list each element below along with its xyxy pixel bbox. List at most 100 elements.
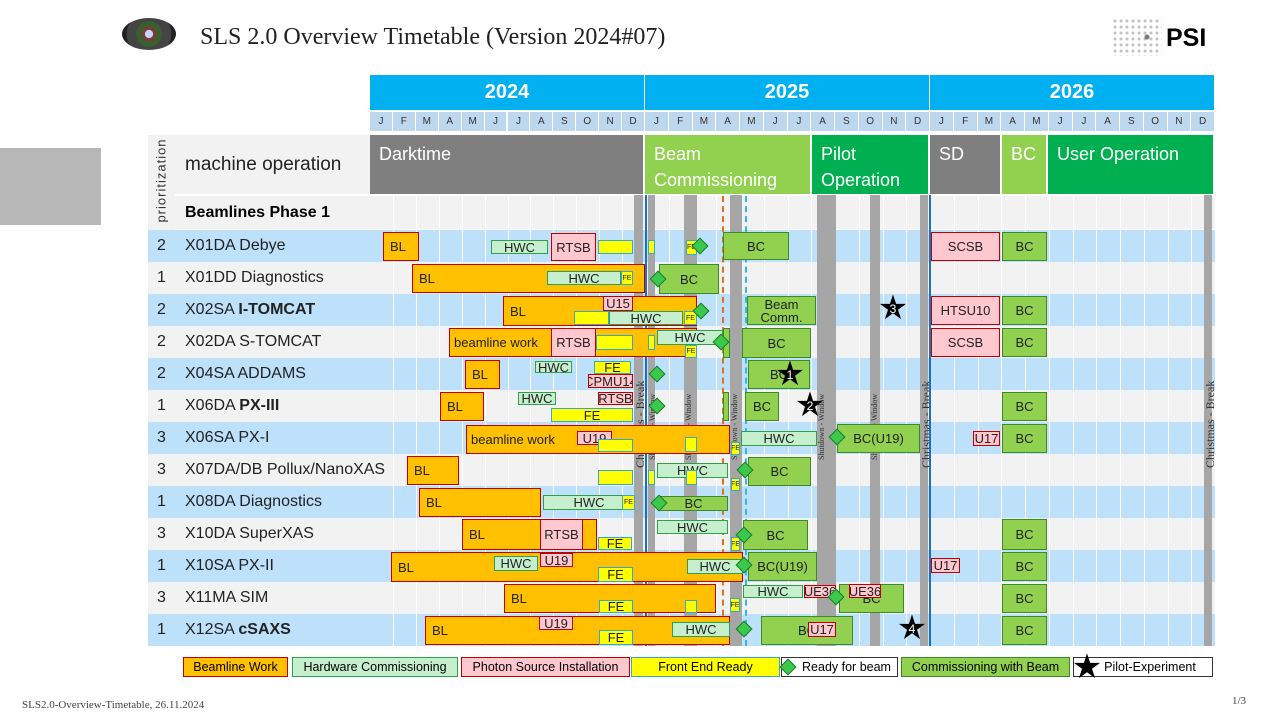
beamline-name: X02DA S-TOMCAT: [185, 326, 321, 358]
front-end-ready-bar: [648, 470, 655, 485]
month-label: J: [645, 112, 669, 131]
commissioning-with-beam-bar: BC: [1002, 328, 1047, 357]
beamline-name: X11MA SIM: [185, 582, 268, 614]
legend-label: Pilot-Experiment: [1104, 660, 1196, 674]
commissioning-with-beam-bar: BC: [659, 496, 728, 511]
photon-source-installation-bar: U19: [539, 616, 573, 630]
photon-source-installation-bar: U19: [540, 553, 573, 567]
commissioning-with-beam-bar: BC: [1002, 424, 1047, 453]
footer-document: SLS2.0-Overview-Timetable, 26.11.2024: [22, 699, 205, 711]
beamline-name: X02SA I-TOMCAT: [185, 294, 315, 326]
front-end-ready-bar: [685, 600, 697, 613]
grid-line: [906, 196, 908, 646]
month-label: J: [930, 112, 954, 131]
month-label: O: [1143, 112, 1168, 131]
month-label: F: [392, 112, 416, 131]
phase-label: Beamlines Phase 1: [185, 203, 330, 221]
month-label: S: [553, 112, 577, 131]
photon-source-installation-bar: UE36: [849, 584, 881, 598]
star-number: 4: [908, 622, 916, 636]
grid-line: [1167, 196, 1169, 646]
hardware-commissioning-bar: HWC: [687, 559, 743, 574]
front-end-ready-bar: FE: [551, 408, 633, 422]
hardware-commissioning-bar: HWC: [657, 520, 728, 534]
photon-source-installation-bar: RTSB: [540, 519, 583, 550]
month-label: J: [1072, 112, 1097, 131]
christmas-label: Christmas - Break: [1203, 380, 1217, 468]
front-end-ready-bar: FE: [598, 567, 633, 582]
beamline-id: X07DA/DB Pollux/NanoXAS: [185, 461, 386, 478]
commissioning-with-beam-bar: BC: [1002, 552, 1047, 581]
beamline-name: X01DD Diagnostics: [185, 262, 324, 294]
front-end-ready-bar: [686, 470, 697, 485]
month-label: M: [692, 112, 717, 131]
prioritization-header: prioritization: [148, 135, 175, 225]
month-label: A: [811, 112, 835, 131]
operation-phase: Pilot Operation: [812, 135, 930, 194]
priority-value: 2: [157, 333, 166, 350]
legend-item: Commissioning with Beam: [901, 657, 1070, 677]
legend-item: Beamline Work: [183, 657, 288, 677]
photon-source-installation-bar: U15: [603, 296, 633, 311]
table-row: [148, 230, 1215, 262]
legend-label: Photon Source Installation: [472, 660, 619, 674]
beamline-name: X06DA PX-III: [185, 390, 279, 422]
photon-source-installation-bar: U17: [808, 622, 836, 637]
month-label: N: [882, 112, 907, 131]
commissioning-with-beam-bar: Beam Comm.: [747, 296, 816, 325]
psi-logo-text: PSI: [1166, 24, 1207, 52]
beamline-name: X10DA SuperXAS: [185, 518, 314, 550]
month-label: A: [1001, 112, 1025, 131]
front-end-ready-bar: [598, 240, 633, 254]
month-label: A: [438, 112, 462, 131]
beamline-id: X08DA Diagnostics: [185, 493, 322, 510]
front-end-ready-bar: [574, 311, 609, 325]
front-end-ready-bar: [648, 240, 655, 254]
hardware-commissioning-bar: HWC: [672, 622, 730, 637]
legend-item: Front End Ready: [631, 657, 780, 677]
front-end-ready-bar: FE: [621, 271, 633, 285]
hardware-commissioning-bar: HWC: [518, 392, 556, 405]
front-end-ready-bar: FE: [599, 600, 633, 613]
beamline-id: X01DA Debye: [185, 237, 286, 254]
operation-phase: BC: [1002, 135, 1048, 194]
front-end-ready-bar: FE: [731, 442, 740, 455]
front-end-ready-bar: [598, 439, 633, 452]
month-label: J: [370, 112, 393, 131]
legend-label: Commissioning with Beam: [911, 660, 1060, 674]
psi-logo-icon: [1112, 18, 1162, 56]
hardware-commissioning-bar: HWC: [741, 431, 817, 446]
star-number: 3: [889, 302, 897, 316]
hardware-commissioning-bar: HWC: [491, 240, 548, 254]
beamline-id: X02SA: [185, 301, 239, 318]
photon-source-installation-bar: HTSU10: [931, 296, 1000, 325]
operation-phase: SD: [930, 135, 1002, 194]
photon-source-installation-bar: CPMU14: [588, 374, 633, 388]
commissioning-with-beam-bar: BC(U19): [748, 552, 817, 581]
month-label: M: [1025, 112, 1049, 131]
christmas-label: Christmas - Break: [919, 380, 933, 468]
month-label: O: [576, 112, 600, 131]
beamline-id: X10SA PX-II: [185, 557, 274, 574]
beamline-id: X12SA: [185, 621, 239, 638]
commissioning-with-beam-bar: BC(U19): [837, 424, 920, 453]
hardware-commissioning-bar: HWC: [494, 556, 538, 571]
front-end-ready-bar: [596, 335, 633, 350]
front-end-ready-bar: FE: [598, 537, 632, 550]
commissioning-with-beam-bar: BC: [1002, 519, 1047, 550]
beamline-short-name: I-TOMCAT: [238, 301, 316, 318]
commissioning-with-beam-bar: BC: [742, 328, 811, 358]
page-number: 1/3: [1232, 695, 1247, 707]
grid-line: [1143, 196, 1145, 646]
beamline-short-name: cSAXS: [238, 621, 291, 638]
photon-source-installation-bar: SCSB: [931, 232, 1000, 261]
front-end-ready-bar: [685, 437, 697, 452]
machine-operation-label: machine operation: [175, 135, 370, 194]
photon-source-installation-bar: RTSB: [551, 328, 596, 357]
table-row: [148, 358, 1215, 390]
star-number: 2: [806, 399, 814, 413]
commissioning-with-beam-bar: BC: [745, 392, 779, 421]
beamline-name: X12SA cSAXS: [185, 614, 291, 646]
priority-value: 1: [157, 621, 166, 638]
month-label: S: [1120, 112, 1144, 131]
